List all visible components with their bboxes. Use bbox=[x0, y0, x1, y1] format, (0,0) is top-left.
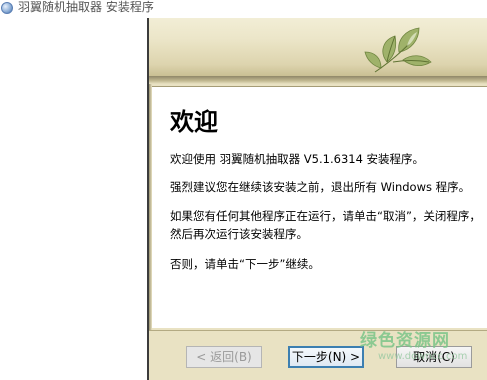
cancel-instruction-text: 如果您有任何其他程序正在运行，请单击“取消”，关闭程序，然后再次运行该安装程序。 bbox=[170, 209, 481, 241]
title-bar[interactable]: 羽翼随机抽取器 安装程序 bbox=[0, 0, 487, 18]
installer-disc-icon bbox=[1, 2, 13, 14]
left-panel bbox=[0, 18, 147, 380]
installer-window: 羽翼随机抽取器 安装程序 欢迎 欢迎使用 羽翼随机抽取器 V5.1.6314 安… bbox=[0, 0, 487, 380]
welcome-text: 欢迎使用 羽翼随机抽取器 V5.1.6314 安装程序。 bbox=[170, 152, 425, 166]
wizard-page: 欢迎 欢迎使用 羽翼随机抽取器 V5.1.6314 安装程序。 强烈建议您在继续… bbox=[149, 18, 487, 380]
leaf-logo-icon bbox=[364, 27, 432, 73]
header-band bbox=[149, 18, 487, 76]
advice-text: 强烈建议您在继续该安装之前，退出所有 Windows 程序。 bbox=[170, 180, 471, 194]
button-bar: < 返回(B) 下一步(N) > 取消(C) bbox=[149, 330, 487, 380]
page-title: 欢迎 bbox=[170, 108, 218, 136]
window-title: 羽翼随机抽取器 安装程序 bbox=[18, 0, 154, 14]
continue-instruction-text: 否则，请单击“下一步”继续。 bbox=[170, 257, 320, 271]
header-shadow bbox=[149, 76, 487, 84]
next-button[interactable]: 下一步(N) > bbox=[288, 346, 364, 368]
cancel-button[interactable]: 取消(C) bbox=[396, 346, 472, 368]
welcome-card: 欢迎 欢迎使用 羽翼随机抽取器 V5.1.6314 安装程序。 强烈建议您在继续… bbox=[152, 86, 487, 328]
back-button[interactable]: < 返回(B) bbox=[186, 346, 262, 368]
